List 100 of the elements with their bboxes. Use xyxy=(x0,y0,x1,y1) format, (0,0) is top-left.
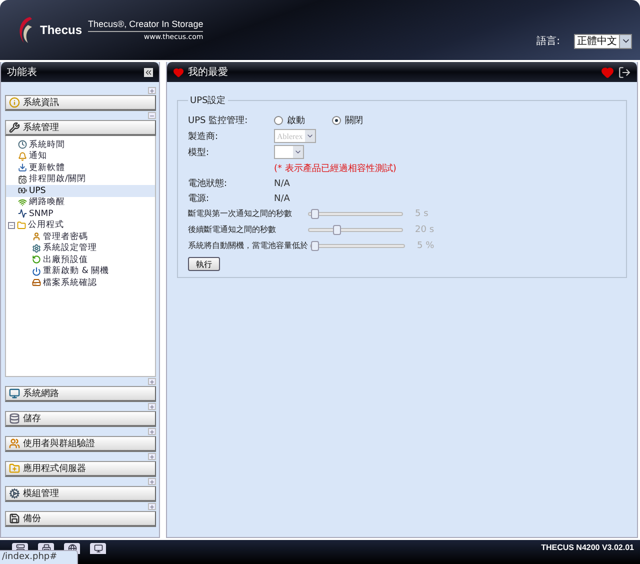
refresh-icon xyxy=(32,255,41,264)
section-label: 系統網路 xyxy=(23,388,59,400)
expand-toggle[interactable] xyxy=(148,403,156,410)
calendar-icon xyxy=(18,174,27,184)
sidebar-title: 功能表 xyxy=(7,66,38,79)
slider-value: 5 % xyxy=(417,241,434,251)
battery-icon xyxy=(18,186,27,196)
plus-icon xyxy=(149,504,155,510)
menu-section[interactable]: 備份 xyxy=(5,511,156,527)
language-label: 語言: xyxy=(536,34,560,48)
field-label: 電源: xyxy=(188,192,210,205)
radio-label: 啟動 xyxy=(287,114,305,126)
bell-icon xyxy=(18,152,27,161)
folder-icon xyxy=(17,220,26,230)
plus-icon xyxy=(149,478,155,484)
field-label: UPS 監控管理: xyxy=(188,114,249,126)
drive-icon xyxy=(32,278,41,288)
plus-icon xyxy=(149,454,155,460)
section-label: 使用者與群組驗證 xyxy=(23,438,95,450)
apply-button[interactable]: 執行 xyxy=(188,257,220,271)
activity-icon xyxy=(18,209,27,218)
menu-section[interactable]: 使用者與群組驗證 xyxy=(5,436,156,452)
slider-label: 系統將自動關機，當電池容量低於 xyxy=(188,240,308,252)
tree-item[interactable]: SNMP xyxy=(6,208,155,220)
expand-toggle[interactable] xyxy=(148,503,156,510)
field-label: 模型: xyxy=(188,146,210,158)
tree-item[interactable]: 網路喚醒 xyxy=(6,196,155,208)
plus-icon xyxy=(149,88,155,94)
note-text: (* 表示產品已經過相容性測試) xyxy=(274,162,396,174)
tree-item[interactable]: 系統時間 xyxy=(6,139,155,150)
slider-value: 20 s xyxy=(415,225,434,235)
tree-item[interactable]: UPS xyxy=(6,185,155,196)
gear-icon xyxy=(32,244,41,253)
download-icon xyxy=(18,163,27,172)
wrench-icon xyxy=(9,122,20,133)
version-text: THECUS N4200 V3.02.01 xyxy=(541,543,634,552)
section-label: 儲存 xyxy=(23,412,41,425)
radio-button[interactable] xyxy=(274,116,283,124)
plus-icon xyxy=(149,404,155,410)
menu-section[interactable]: 系統資訊 xyxy=(5,95,156,111)
tree-item[interactable]: 出廠預設值 xyxy=(32,254,155,266)
section-label: 模組管理 xyxy=(23,488,59,500)
menu-section[interactable]: 模組管理 xyxy=(5,486,156,502)
tagline: Thecus®, Creator In Storage xyxy=(88,19,204,32)
radio-label: 關閉 xyxy=(345,114,363,126)
logout-icon[interactable] xyxy=(618,66,631,78)
menu-section[interactable]: 系統網路 xyxy=(5,386,156,402)
slider-label: 後續斷電通知之間的秒數 xyxy=(188,224,277,236)
menu-section[interactable]: 系統管理 xyxy=(5,120,156,136)
section-label: 應用程式伺服器 xyxy=(23,462,86,475)
field-label: 電池狀態: xyxy=(188,178,228,190)
section-label: 系統資訊 xyxy=(23,96,59,109)
slider-thumb[interactable] xyxy=(310,209,319,219)
section-label: 備份 xyxy=(23,512,41,525)
taskbar-icon[interactable] xyxy=(90,543,106,554)
gear-icon xyxy=(9,488,20,499)
collapse-icon[interactable] xyxy=(144,68,153,76)
tree-item[interactable]: 重新啟動 & 關機 xyxy=(32,266,155,277)
expand-toggle[interactable] xyxy=(148,453,156,460)
minus-icon xyxy=(149,112,155,118)
slider-value: 5 s xyxy=(415,209,428,219)
tree-item[interactable]: 管理者密碼 xyxy=(32,231,155,242)
plus-icon xyxy=(149,428,155,434)
monitor-icon xyxy=(9,388,20,399)
radio-button[interactable] xyxy=(332,116,341,124)
add-favorite-icon[interactable] xyxy=(601,66,614,78)
plus-icon xyxy=(149,378,155,384)
database-icon xyxy=(9,413,20,424)
menu-section[interactable]: 應用程式伺服器 xyxy=(5,461,156,477)
expand-toggle[interactable] xyxy=(148,478,156,485)
tree-item[interactable]: 排程開啟/關閉 xyxy=(6,174,155,185)
model-select[interactable] xyxy=(274,145,304,159)
clock-icon xyxy=(18,140,27,150)
tree-item[interactable]: 公用程式 xyxy=(6,220,155,231)
tree-item[interactable]: 更新軟體 xyxy=(6,162,155,174)
slider-thumb[interactable] xyxy=(332,225,341,235)
info-icon xyxy=(9,97,20,108)
menu-section[interactable]: 儲存 xyxy=(5,411,156,427)
tree-item[interactable]: 檔案系統確認 xyxy=(32,277,155,288)
slider-thumb[interactable] xyxy=(311,241,319,251)
tree-item[interactable]: 系統設定管理 xyxy=(32,242,155,254)
users-icon xyxy=(9,438,20,449)
slider-label: 斷電與第一次通知之間的秒數 xyxy=(188,208,293,220)
power-icon xyxy=(32,266,41,276)
language-select[interactable]: 正體中文 xyxy=(574,34,632,48)
group-title: UPS設定 xyxy=(189,94,227,107)
heart-icon xyxy=(173,66,184,78)
expand-toggle[interactable] xyxy=(148,87,156,94)
status-value: N/A xyxy=(274,194,290,204)
tree-item[interactable]: 通知 xyxy=(6,150,155,162)
wifi-icon xyxy=(18,198,27,207)
user-icon xyxy=(32,232,41,242)
status-value: N/A xyxy=(274,178,290,188)
field-label: 製造商: xyxy=(188,130,220,142)
section-label: 系統管理 xyxy=(23,122,59,134)
expand-toggle[interactable] xyxy=(148,428,156,435)
main-title: 我的最愛 xyxy=(188,66,229,79)
expand-toggle[interactable] xyxy=(148,378,156,385)
collapse-toggle[interactable] xyxy=(148,112,156,119)
url-tooltip: /index.php# xyxy=(0,550,78,564)
